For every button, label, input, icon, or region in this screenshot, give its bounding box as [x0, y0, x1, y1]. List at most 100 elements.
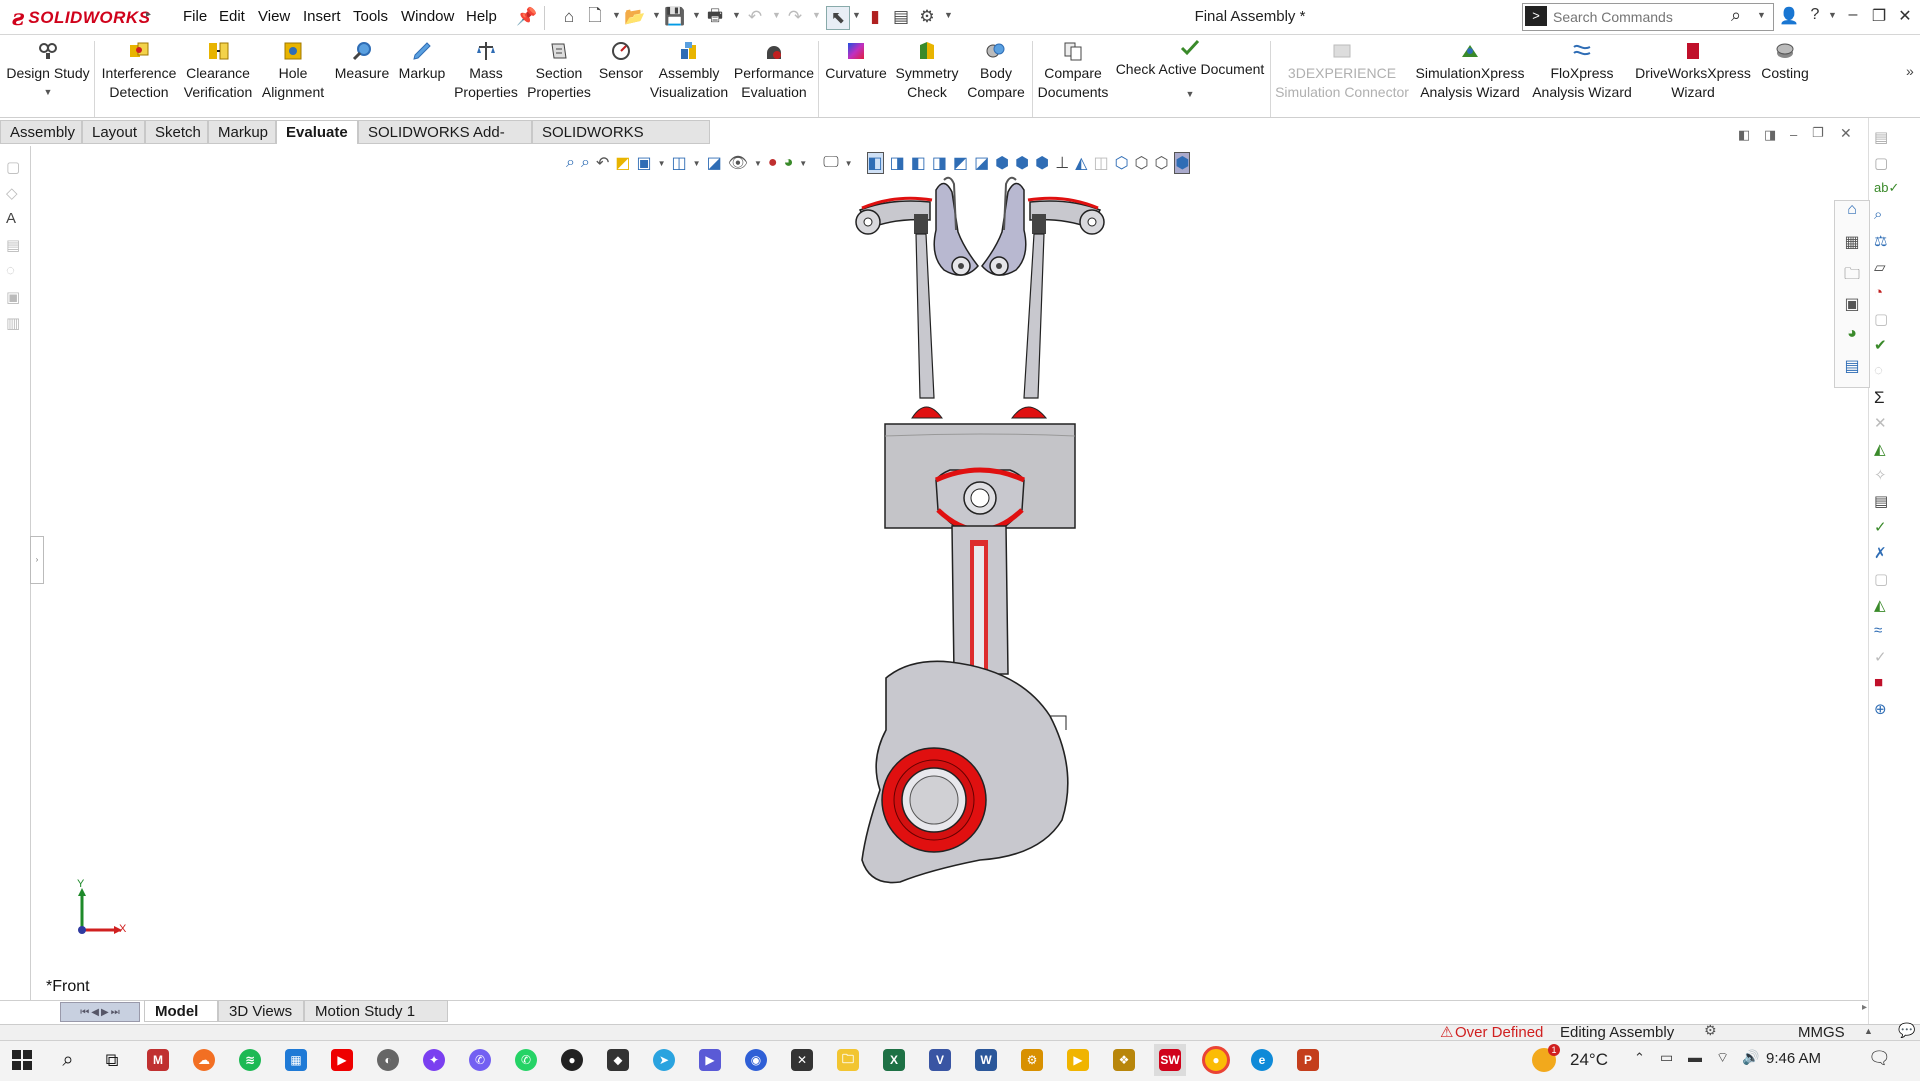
- hide-show-caret-icon[interactable]: ▼: [754, 159, 762, 168]
- powerpoint-app-icon[interactable]: P: [1292, 1044, 1324, 1076]
- text-tool-icon[interactable]: A: [6, 210, 26, 236]
- view-orientation-icon[interactable]: ◫: [672, 153, 687, 173]
- rx-check-icon[interactable]: ✔: [1874, 336, 1914, 362]
- rx-icon-10[interactable]: ◌: [1874, 362, 1914, 388]
- rx-compare-icon[interactable]: ▤: [1874, 492, 1914, 518]
- close-icon[interactable]: ✕: [1894, 6, 1916, 26]
- status-units[interactable]: MMGS: [1798, 1024, 1845, 1041]
- tile-left-icon[interactable]: ◧: [1738, 127, 1750, 143]
- app-icon-7[interactable]: ◐: [372, 1044, 404, 1076]
- zoom-to-fit-icon[interactable]: ⌕: [566, 154, 575, 172]
- app-icon-14[interactable]: ▶: [694, 1044, 726, 1076]
- rx-simxpress-icon[interactable]: ◭: [1874, 596, 1914, 622]
- panel-expand-handle[interactable]: ›: [30, 536, 44, 584]
- assembly-visualization-button[interactable]: Assembly Visualization: [646, 39, 732, 102]
- rebuild-icon[interactable]: ▮: [864, 6, 886, 28]
- save-caret-icon[interactable]: ▼: [692, 10, 701, 20]
- crankshaft-counterweight[interactable]: [861, 660, 1069, 884]
- apply-scene-caret-icon[interactable]: ▼: [799, 159, 807, 168]
- file-explorer-icon[interactable]: 🗀: [1835, 263, 1869, 294]
- view-cube-icon[interactable]: ⬢: [1174, 152, 1191, 174]
- prev-tab-icon[interactable]: ◀: [91, 1007, 99, 1018]
- youtube-app-icon[interactable]: ▶: [326, 1044, 358, 1076]
- undo-caret-icon[interactable]: ▼: [772, 10, 781, 20]
- app-icon-16[interactable]: ✕: [786, 1044, 818, 1076]
- tab-solidworks-addins[interactable]: SOLIDWORKS Add-Ins: [358, 120, 532, 165]
- 3dexperience-simulation-connector-button[interactable]: 3DEXPERIENCE Simulation Connector: [1274, 39, 1410, 102]
- minimize-icon[interactable]: –: [1842, 6, 1864, 24]
- design-study-button[interactable]: Design Study ▼: [6, 39, 90, 102]
- rx-icon-12[interactable]: ✕: [1874, 414, 1914, 440]
- rx-icon-2[interactable]: ▢: [1874, 154, 1914, 180]
- logo-flyout-arrow-icon[interactable]: ▸: [146, 9, 151, 20]
- frame-icon[interactable]: ▥: [6, 314, 26, 340]
- sketch-tool-icon[interactable]: ▢: [6, 158, 26, 184]
- tab-markup[interactable]: Markup: [208, 120, 276, 144]
- solidworks-app-icon[interactable]: SW: [1154, 1044, 1186, 1076]
- status-over-defined[interactable]: Over Defined: [1455, 1024, 1543, 1041]
- rx-measure-icon[interactable]: ⌕: [1874, 206, 1914, 232]
- user-icon[interactable]: 👤: [1778, 6, 1800, 26]
- excel-app-icon[interactable]: X: [878, 1044, 910, 1076]
- save-icon[interactable]: 💾: [664, 6, 686, 28]
- tab-evaluate[interactable]: Evaluate: [276, 120, 358, 144]
- simulationxpress-button[interactable]: SimulationXpress Analysis Wizard: [1412, 39, 1528, 102]
- hole-alignment-button[interactable]: Hole Alignment: [258, 39, 328, 102]
- costing-button[interactable]: Costing: [1752, 39, 1818, 83]
- search-input[interactable]: [1551, 6, 1735, 28]
- balloon-icon[interactable]: ◌: [6, 262, 26, 288]
- floxpress-button[interactable]: FloXpress Analysis Wizard: [1530, 39, 1634, 102]
- new-caret-icon[interactable]: ▼: [612, 10, 621, 20]
- edge-app-icon[interactable]: e: [1246, 1044, 1278, 1076]
- engine-assembly-model[interactable]: [840, 170, 1120, 890]
- warning-icon[interactable]: ⚠: [1440, 1023, 1453, 1041]
- messenger-app-icon[interactable]: ✦: [418, 1044, 450, 1076]
- rx-icon-18[interactable]: ▢: [1874, 570, 1914, 596]
- menu-edit[interactable]: Edit: [219, 8, 245, 25]
- tray-device-icon[interactable]: ▭: [1660, 1049, 1673, 1066]
- rx-design-checker-icon[interactable]: ✗: [1874, 544, 1914, 570]
- menu-window[interactable]: Window: [401, 8, 454, 25]
- rx-sensor-icon[interactable]: ◔: [1874, 284, 1914, 310]
- note-icon[interactable]: ▤: [6, 236, 26, 262]
- design-study-caret-icon[interactable]: ▼: [44, 83, 53, 102]
- options-caret-icon[interactable]: ▼: [944, 10, 953, 20]
- curvature-button[interactable]: Curvature: [822, 39, 890, 83]
- redo-caret-icon[interactable]: ▼: [812, 10, 821, 20]
- driveworksxpress-button[interactable]: DriveWorksXpress Wizard: [1635, 39, 1751, 102]
- taskbar-clock[interactable]: 9:46 AM: [1766, 1050, 1821, 1067]
- hide-show-icon[interactable]: 👁: [728, 153, 748, 173]
- new-document-icon[interactable]: 🗋: [584, 6, 606, 28]
- spell-check-icon[interactable]: ab✓: [1874, 180, 1914, 206]
- viewport-restore-icon[interactable]: ❐: [1812, 125, 1824, 141]
- whatsapp-app-icon[interactable]: ✆: [510, 1044, 542, 1076]
- rx-icon-8[interactable]: ▢: [1874, 310, 1914, 336]
- connecting-rod[interactable]: [951, 525, 1009, 675]
- screen-recorder-app-icon[interactable]: ●: [556, 1044, 588, 1076]
- rx-icon-1[interactable]: ▤: [1874, 128, 1914, 154]
- print-icon[interactable]: 🖶: [704, 6, 726, 28]
- menu-insert[interactable]: Insert: [303, 8, 341, 25]
- section-view-icon[interactable]: ◩: [615, 153, 630, 173]
- select-icon[interactable]: ⬉: [826, 6, 850, 30]
- rx-symmetry-icon[interactable]: ◭: [1874, 440, 1914, 466]
- piston[interactable]: [884, 423, 1076, 537]
- zoom-to-area-icon[interactable]: ⌕: [581, 154, 590, 172]
- rx-mass-icon[interactable]: ⚖: [1874, 232, 1914, 258]
- rx-driveworks-icon[interactable]: ■: [1874, 674, 1914, 700]
- dynamic-caret-icon[interactable]: ▼: [658, 159, 666, 168]
- soundcloud-app-icon[interactable]: ☁: [188, 1044, 220, 1076]
- sensor-button[interactable]: Sensor: [596, 39, 646, 83]
- app-icon-23[interactable]: ❖: [1108, 1044, 1140, 1076]
- view-orientation-caret-icon[interactable]: ▼: [693, 159, 701, 168]
- viewport-close-icon[interactable]: ✕: [1840, 125, 1852, 142]
- menu-help[interactable]: Help: [466, 8, 497, 25]
- rebuild-status-icon[interactable]: ⚙: [1704, 1022, 1717, 1039]
- open-icon[interactable]: 📂: [624, 6, 646, 28]
- search-caret-icon[interactable]: ▼: [1757, 10, 1766, 20]
- file-properties-icon[interactable]: ▤: [890, 6, 912, 28]
- rx-section-icon[interactable]: ▱: [1874, 258, 1914, 284]
- menu-file[interactable]: File: [183, 8, 207, 25]
- compare-documents-button[interactable]: Compare Documents: [1036, 39, 1110, 102]
- telegram-app-icon[interactable]: ➤: [648, 1044, 680, 1076]
